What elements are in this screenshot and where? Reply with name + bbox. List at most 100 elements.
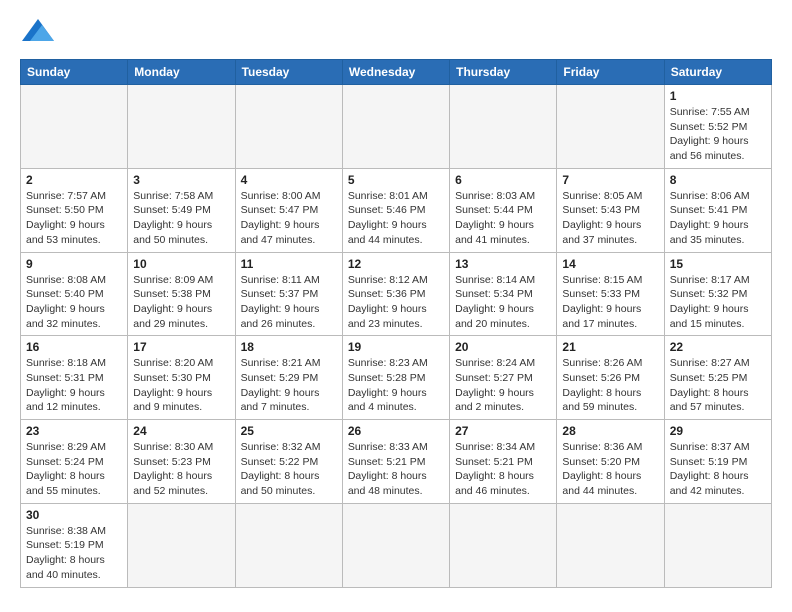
day-number: 15 [670, 257, 766, 271]
day-number: 24 [133, 424, 229, 438]
day-info: Sunrise: 8:06 AMSunset: 5:41 PMDaylight:… [670, 189, 766, 248]
day-number: 19 [348, 340, 444, 354]
day-number: 7 [562, 173, 658, 187]
day-info: Sunrise: 8:29 AMSunset: 5:24 PMDaylight:… [26, 440, 122, 499]
calendar-cell [342, 85, 449, 169]
day-info: Sunrise: 8:14 AMSunset: 5:34 PMDaylight:… [455, 273, 551, 332]
calendar-cell: 2 Sunrise: 7:57 AMSunset: 5:50 PMDaylight… [21, 168, 128, 252]
logo-icon [22, 18, 54, 42]
calendar-cell: 7 Sunrise: 8:05 AMSunset: 5:43 PMDaylight… [557, 168, 664, 252]
day-info: Sunrise: 8:33 AMSunset: 5:21 PMDaylight:… [348, 440, 444, 499]
calendar-cell: 18 Sunrise: 8:21 AMSunset: 5:29 PMDayligh… [235, 336, 342, 420]
calendar-cell: 28 Sunrise: 8:36 AMSunset: 5:20 PMDayligh… [557, 420, 664, 504]
calendar-cell: 20 Sunrise: 8:24 AMSunset: 5:27 PMDayligh… [450, 336, 557, 420]
day-number: 21 [562, 340, 658, 354]
header [20, 18, 772, 49]
calendar-cell [557, 503, 664, 587]
calendar-cell: 15 Sunrise: 8:17 AMSunset: 5:32 PMDayligh… [664, 252, 771, 336]
calendar-week-row: 9 Sunrise: 8:08 AMSunset: 5:40 PMDaylight… [21, 252, 772, 336]
calendar-header-row: SundayMondayTuesdayWednesdayThursdayFrid… [21, 60, 772, 85]
day-info: Sunrise: 8:36 AMSunset: 5:20 PMDaylight:… [562, 440, 658, 499]
calendar-cell [557, 85, 664, 169]
calendar-cell [235, 503, 342, 587]
day-number: 30 [26, 508, 122, 522]
calendar-cell: 22 Sunrise: 8:27 AMSunset: 5:25 PMDayligh… [664, 336, 771, 420]
day-info: Sunrise: 8:17 AMSunset: 5:32 PMDaylight:… [670, 273, 766, 332]
day-info: Sunrise: 8:20 AMSunset: 5:30 PMDaylight:… [133, 356, 229, 415]
calendar-cell: 13 Sunrise: 8:14 AMSunset: 5:34 PMDayligh… [450, 252, 557, 336]
day-info: Sunrise: 8:00 AMSunset: 5:47 PMDaylight:… [241, 189, 337, 248]
calendar-cell: 11 Sunrise: 8:11 AMSunset: 5:37 PMDayligh… [235, 252, 342, 336]
day-info: Sunrise: 8:34 AMSunset: 5:21 PMDaylight:… [455, 440, 551, 499]
day-info: Sunrise: 8:38 AMSunset: 5:19 PMDaylight:… [26, 524, 122, 583]
day-info: Sunrise: 8:37 AMSunset: 5:19 PMDaylight:… [670, 440, 766, 499]
calendar-cell: 3 Sunrise: 7:58 AMSunset: 5:49 PMDaylight… [128, 168, 235, 252]
day-number: 20 [455, 340, 551, 354]
day-info: Sunrise: 8:09 AMSunset: 5:38 PMDaylight:… [133, 273, 229, 332]
day-number: 13 [455, 257, 551, 271]
calendar-cell: 9 Sunrise: 8:08 AMSunset: 5:40 PMDaylight… [21, 252, 128, 336]
day-number: 5 [348, 173, 444, 187]
day-number: 17 [133, 340, 229, 354]
day-info: Sunrise: 8:08 AMSunset: 5:40 PMDaylight:… [26, 273, 122, 332]
calendar-header-tuesday: Tuesday [235, 60, 342, 85]
day-info: Sunrise: 8:18 AMSunset: 5:31 PMDaylight:… [26, 356, 122, 415]
day-info: Sunrise: 7:57 AMSunset: 5:50 PMDaylight:… [26, 189, 122, 248]
page: SundayMondayTuesdayWednesdayThursdayFrid… [0, 0, 792, 606]
calendar-cell: 29 Sunrise: 8:37 AMSunset: 5:19 PMDayligh… [664, 420, 771, 504]
calendar-cell [21, 85, 128, 169]
day-number: 22 [670, 340, 766, 354]
day-number: 27 [455, 424, 551, 438]
calendar-cell: 12Sunrise: 8:12 AMSunset: 5:36 PMDayligh… [342, 252, 449, 336]
day-number: 23 [26, 424, 122, 438]
day-info: Sunrise: 8:32 AMSunset: 5:22 PMDaylight:… [241, 440, 337, 499]
day-number: 3 [133, 173, 229, 187]
day-number: 11 [241, 257, 337, 271]
day-info: Sunrise: 8:21 AMSunset: 5:29 PMDaylight:… [241, 356, 337, 415]
calendar-cell: 24Sunrise: 8:30 AMSunset: 5:23 PMDayligh… [128, 420, 235, 504]
calendar-cell [450, 503, 557, 587]
calendar-header-sunday: Sunday [21, 60, 128, 85]
calendar-week-row: 30 Sunrise: 8:38 AMSunset: 5:19 PMDayligh… [21, 503, 772, 587]
calendar-header-monday: Monday [128, 60, 235, 85]
day-number: 12 [348, 257, 444, 271]
day-number: 4 [241, 173, 337, 187]
calendar-week-row: 2 Sunrise: 7:57 AMSunset: 5:50 PMDaylight… [21, 168, 772, 252]
day-info: Sunrise: 8:05 AMSunset: 5:43 PMDaylight:… [562, 189, 658, 248]
calendar: SundayMondayTuesdayWednesdayThursdayFrid… [20, 59, 772, 588]
calendar-cell: 14Sunrise: 8:15 AMSunset: 5:33 PMDayligh… [557, 252, 664, 336]
day-info: Sunrise: 7:58 AMSunset: 5:49 PMDaylight:… [133, 189, 229, 248]
day-number: 28 [562, 424, 658, 438]
day-number: 9 [26, 257, 122, 271]
day-info: Sunrise: 8:15 AMSunset: 5:33 PMDaylight:… [562, 273, 658, 332]
calendar-cell [235, 85, 342, 169]
calendar-cell: 6Sunrise: 8:03 AMSunset: 5:44 PMDaylight… [450, 168, 557, 252]
calendar-cell: 17 Sunrise: 8:20 AMSunset: 5:30 PMDayligh… [128, 336, 235, 420]
day-number: 25 [241, 424, 337, 438]
calendar-cell: 26Sunrise: 8:33 AMSunset: 5:21 PMDayligh… [342, 420, 449, 504]
calendar-cell: 30 Sunrise: 8:38 AMSunset: 5:19 PMDayligh… [21, 503, 128, 587]
calendar-week-row: 23 Sunrise: 8:29 AMSunset: 5:24 PMDayligh… [21, 420, 772, 504]
calendar-week-row: 16 Sunrise: 8:18 AMSunset: 5:31 PMDayligh… [21, 336, 772, 420]
calendar-cell: 19 Sunrise: 8:23 AMSunset: 5:28 PMDayligh… [342, 336, 449, 420]
calendar-cell: 16 Sunrise: 8:18 AMSunset: 5:31 PMDayligh… [21, 336, 128, 420]
calendar-cell: 23 Sunrise: 8:29 AMSunset: 5:24 PMDayligh… [21, 420, 128, 504]
day-number: 10 [133, 257, 229, 271]
calendar-header-friday: Friday [557, 60, 664, 85]
calendar-cell [342, 503, 449, 587]
day-info: Sunrise: 8:01 AMSunset: 5:46 PMDaylight:… [348, 189, 444, 248]
day-number: 16 [26, 340, 122, 354]
calendar-cell: 25 Sunrise: 8:32 AMSunset: 5:22 PMDayligh… [235, 420, 342, 504]
day-number: 1 [670, 89, 766, 103]
calendar-cell: 4 Sunrise: 8:00 AMSunset: 5:47 PMDaylight… [235, 168, 342, 252]
day-info: Sunrise: 8:27 AMSunset: 5:25 PMDaylight:… [670, 356, 766, 415]
calendar-header-saturday: Saturday [664, 60, 771, 85]
day-info: Sunrise: 8:24 AMSunset: 5:27 PMDaylight:… [455, 356, 551, 415]
day-number: 6 [455, 173, 551, 187]
day-info: Sunrise: 8:23 AMSunset: 5:28 PMDaylight:… [348, 356, 444, 415]
day-number: 18 [241, 340, 337, 354]
day-info: Sunrise: 7:55 AMSunset: 5:52 PMDaylight:… [670, 105, 766, 164]
day-number: 2 [26, 173, 122, 187]
day-number: 29 [670, 424, 766, 438]
day-info: Sunrise: 8:11 AMSunset: 5:37 PMDaylight:… [241, 273, 337, 332]
